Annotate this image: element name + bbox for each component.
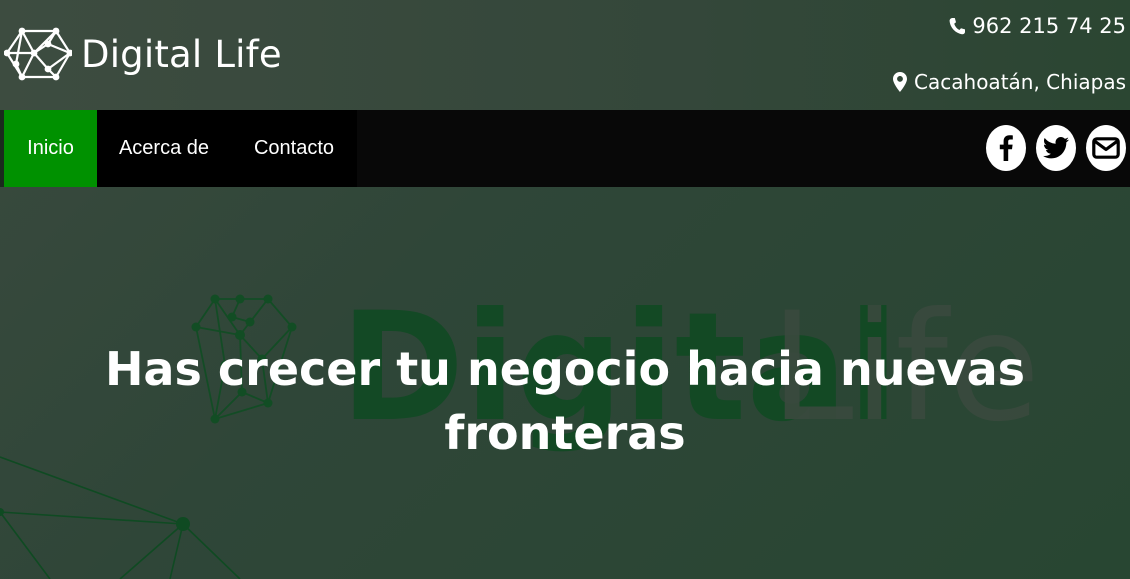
site-header: Digital Life 962 215 74 25 Cacahoatán, C… (0, 0, 1130, 110)
brand-name: Digital Life (81, 32, 282, 76)
contact-phone[interactable]: 962 215 74 25 (949, 14, 1126, 38)
brand[interactable]: Digital Life (4, 26, 282, 82)
hero-title: Has crecer tu negocio hacia nuevas front… (104, 342, 1026, 460)
phone-number: 962 215 74 25 (972, 14, 1126, 38)
map-marker-icon (893, 72, 908, 92)
contact-location[interactable]: Cacahoatán, Chiapas (893, 70, 1126, 94)
social-links (976, 125, 1126, 171)
decorative-network-nodes (0, 508, 190, 531)
email-button[interactable] (1086, 125, 1126, 171)
facebook-icon (999, 135, 1013, 161)
decorative-network-lines (0, 456, 241, 579)
nav-item-inicio[interactable]: Inicio (4, 110, 97, 187)
phone-icon (949, 18, 966, 35)
nav-item-acerca-de[interactable]: Acerca de (97, 110, 231, 187)
nav-menu: Inicio Acerca de Contacto (4, 110, 357, 187)
main-navbar: Inicio Acerca de Contacto (0, 110, 1130, 187)
twitter-button[interactable] (1036, 125, 1076, 171)
network-diamond-logo-icon (4, 27, 72, 81)
facebook-button[interactable] (986, 125, 1026, 171)
envelope-icon (1092, 137, 1120, 159)
location-text: Cacahoatán, Chiapas (914, 70, 1126, 94)
twitter-icon (1043, 137, 1069, 159)
nav-item-contacto[interactable]: Contacto (231, 110, 357, 187)
